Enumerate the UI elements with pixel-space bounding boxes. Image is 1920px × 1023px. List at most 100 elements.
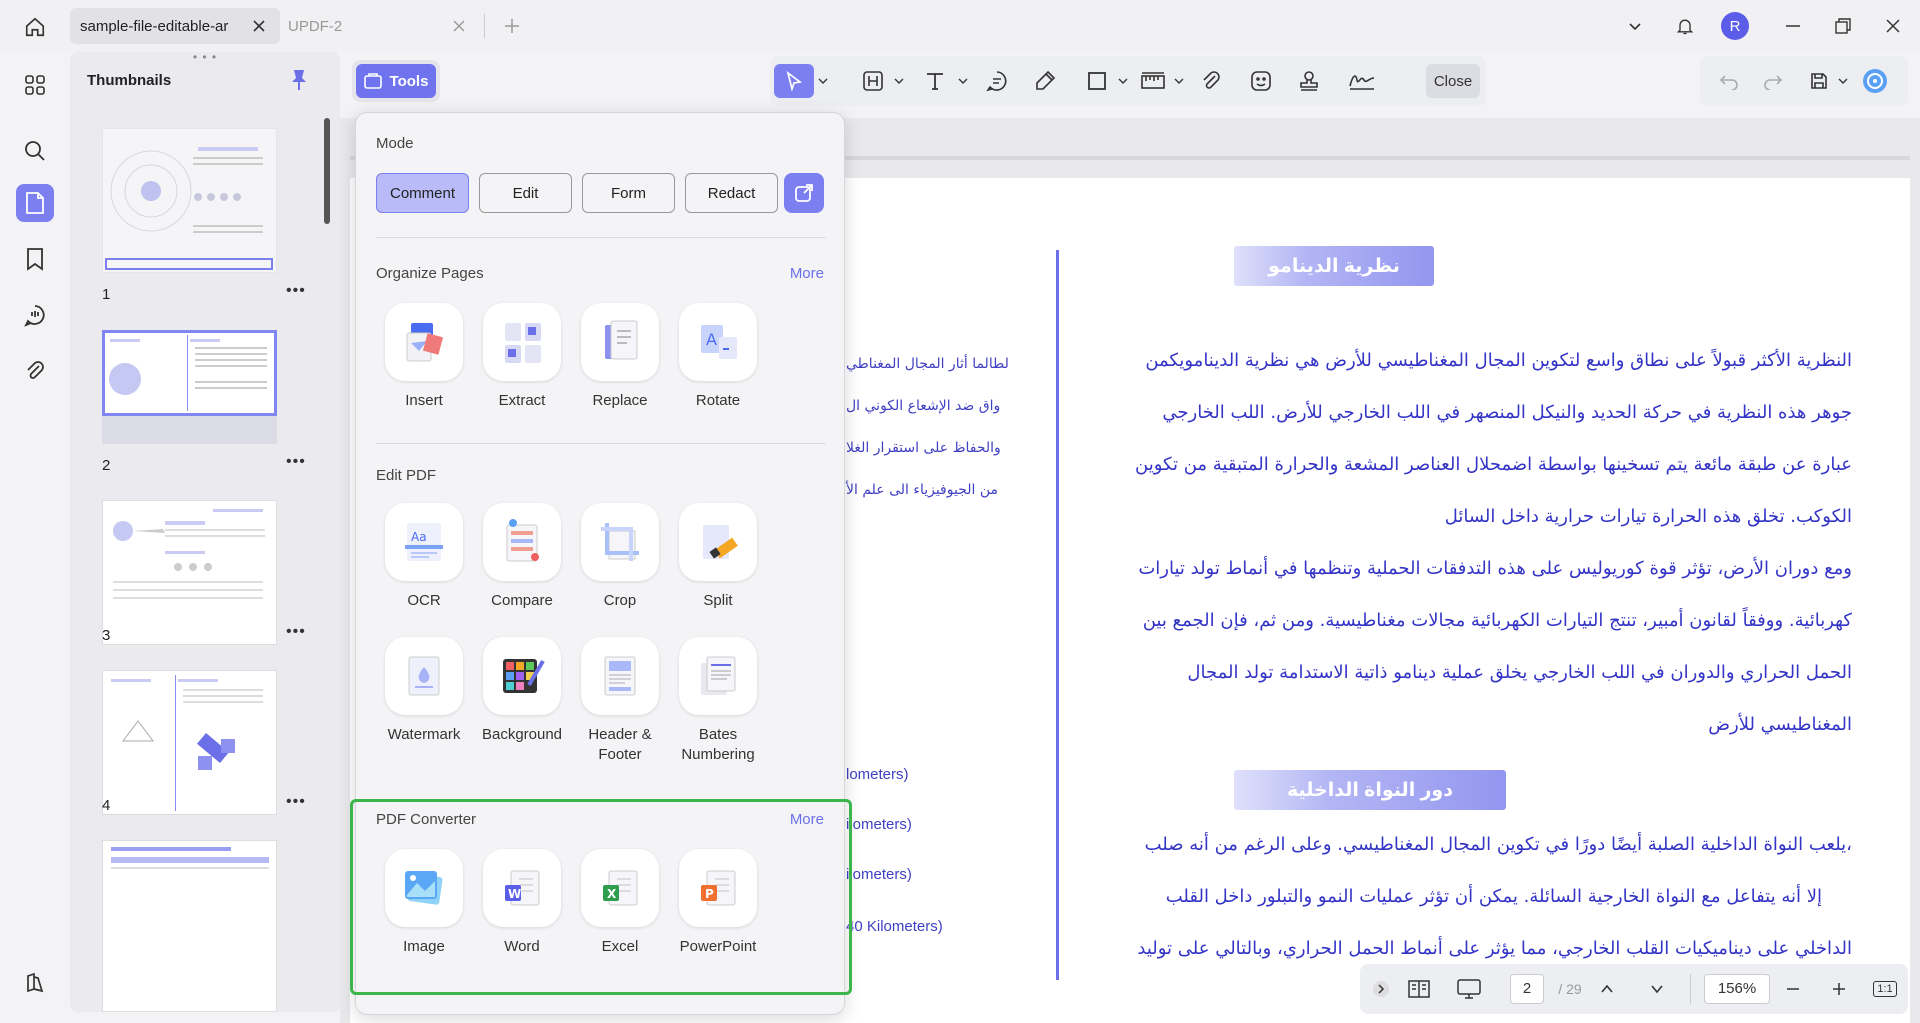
mode-redact-button[interactable]: Redact (685, 173, 778, 213)
open-external-button[interactable] (784, 173, 824, 213)
tab-sample-file[interactable]: sample-file-editable-ar (70, 8, 280, 44)
comment-list-icon[interactable] (16, 296, 54, 334)
previous-page-icon[interactable] (1594, 972, 1620, 1006)
close-tab-icon[interactable] (450, 17, 468, 35)
more-options-icon[interactable]: ••• (286, 623, 306, 641)
watermark-tool[interactable]: Watermark (374, 637, 474, 745)
page-thumbnail-3[interactable] (102, 500, 277, 645)
pdf-converter-highlight (350, 799, 852, 995)
paragraph-line: كهربائية. ووفقاً لقانون أمبير، تنتج التي… (1142, 610, 1852, 631)
chevron-down-icon[interactable] (1172, 64, 1186, 98)
close-window-icon[interactable] (1878, 10, 1908, 42)
text-icon (927, 73, 943, 90)
page-thumbnail-1[interactable] (102, 128, 277, 273)
grid-icon[interactable] (16, 66, 54, 104)
next-page-icon[interactable] (1644, 972, 1670, 1006)
tools-button[interactable]: Tools (356, 64, 436, 98)
stamp-tool[interactable] (1292, 64, 1326, 98)
zoom-out-icon[interactable] (1780, 972, 1806, 1006)
actual-size-button[interactable]: 1:1 (1870, 972, 1900, 1006)
thumbnails-scrollbar[interactable] (324, 118, 330, 224)
split-tool[interactable]: Split (668, 503, 768, 611)
tab-separator (484, 14, 485, 38)
paragraph-line: المغناطيسي للأرض (1708, 714, 1852, 735)
undo-icon[interactable] (1714, 64, 1744, 98)
extract-tool[interactable]: Extract (472, 303, 572, 411)
rectangle-icon (1088, 72, 1106, 90)
close-tab-icon[interactable] (250, 17, 268, 35)
signature-tool[interactable] (1342, 64, 1382, 98)
zoom-level-input[interactable]: 156% (1704, 972, 1770, 1006)
close-toolbar-button[interactable]: Close (1426, 64, 1480, 98)
text-tool[interactable] (918, 64, 952, 98)
chevron-down-icon[interactable] (816, 64, 830, 98)
collapse-icon[interactable] (1370, 972, 1392, 1006)
save-icon[interactable] (1804, 64, 1834, 98)
stamp-icon (1300, 71, 1318, 91)
ai-assistant-icon[interactable] (1858, 64, 1892, 98)
bates-numbering-tool[interactable]: Bates Numbering (668, 637, 768, 765)
avatar[interactable]: R (1718, 10, 1752, 42)
zoom-in-icon[interactable] (1826, 972, 1852, 1006)
chevron-down-icon[interactable] (956, 64, 970, 98)
organize-more-link[interactable]: More (790, 265, 824, 282)
ruler-icon (1141, 72, 1165, 89)
pin-icon[interactable] (288, 68, 312, 92)
redo-icon[interactable] (1758, 64, 1788, 98)
comment-tool[interactable] (980, 64, 1014, 98)
page-layout-icon[interactable] (1404, 972, 1434, 1006)
panel-grip[interactable]: • • • (190, 51, 220, 63)
page-thumbnail-5[interactable] (102, 840, 277, 1012)
chevron-down-icon[interactable] (892, 64, 906, 98)
presentation-icon[interactable] (1454, 972, 1484, 1006)
page-number: 3 (102, 627, 111, 644)
compare-tool[interactable]: Compare (472, 503, 572, 611)
thumbnails-icon[interactable] (16, 184, 54, 222)
left-column-line: لطالما أثار المجال المغناطي (846, 356, 1009, 372)
pen-tool[interactable] (1028, 64, 1062, 98)
page-number: 2 (102, 457, 111, 474)
attachment-icon[interactable] (16, 352, 54, 390)
title-bar: sample-file-editable-ar UPDF-2 R (0, 0, 1920, 52)
search-icon[interactable] (16, 132, 54, 170)
header-footer-tool[interactable]: Header & Footer (570, 637, 670, 765)
ocr-tool[interactable]: Aa OCR (374, 503, 474, 611)
chevron-down-icon[interactable] (1836, 64, 1850, 98)
more-options-icon[interactable]: ••• (286, 793, 306, 811)
replace-tool[interactable]: Replace (570, 303, 670, 411)
more-options-icon[interactable]: ••• (286, 453, 306, 471)
svg-text:A: A (706, 330, 717, 349)
shape-tool[interactable] (1080, 64, 1114, 98)
mode-form-button[interactable]: Form (582, 173, 675, 213)
background-tool[interactable]: Background (472, 637, 572, 745)
select-tool[interactable] (774, 64, 814, 98)
distance-label: ilometers) (846, 816, 912, 833)
bookmark-icon[interactable] (16, 240, 54, 278)
layers-icon[interactable] (16, 964, 54, 1002)
mode-edit-button[interactable]: Edit (479, 173, 572, 213)
edit-pdf-label: Edit PDF (376, 467, 437, 484)
page-thumbnail-4[interactable] (102, 670, 277, 815)
tab-updf-2[interactable]: UPDF-2 (288, 8, 480, 44)
attach-tool[interactable] (1194, 64, 1228, 98)
chevron-down-icon[interactable] (1620, 10, 1650, 42)
page-thumbnail-2[interactable] (102, 330, 277, 416)
organize-pages-label: Organize Pages (376, 265, 484, 282)
extract-icon (483, 303, 561, 381)
add-tab-icon[interactable] (500, 14, 524, 38)
highlight-tool[interactable] (856, 64, 890, 98)
tool-label: Header & Footer (588, 726, 652, 763)
measure-tool[interactable] (1136, 64, 1170, 98)
minimize-icon[interactable] (1778, 10, 1808, 42)
rotate-tool[interactable]: A Rotate (668, 303, 768, 411)
home-icon[interactable] (18, 12, 52, 42)
page-number-input[interactable]: 2 (1510, 972, 1544, 1006)
more-options-icon[interactable]: ••• (286, 282, 306, 300)
mode-comment-button[interactable]: Comment (376, 173, 469, 213)
crop-tool[interactable]: Crop (570, 503, 670, 611)
insert-tool[interactable]: Insert (374, 303, 474, 411)
chevron-down-icon[interactable] (1116, 64, 1130, 98)
sticker-tool[interactable] (1244, 64, 1278, 98)
restore-icon[interactable] (1828, 10, 1858, 42)
bell-icon[interactable] (1670, 10, 1700, 42)
